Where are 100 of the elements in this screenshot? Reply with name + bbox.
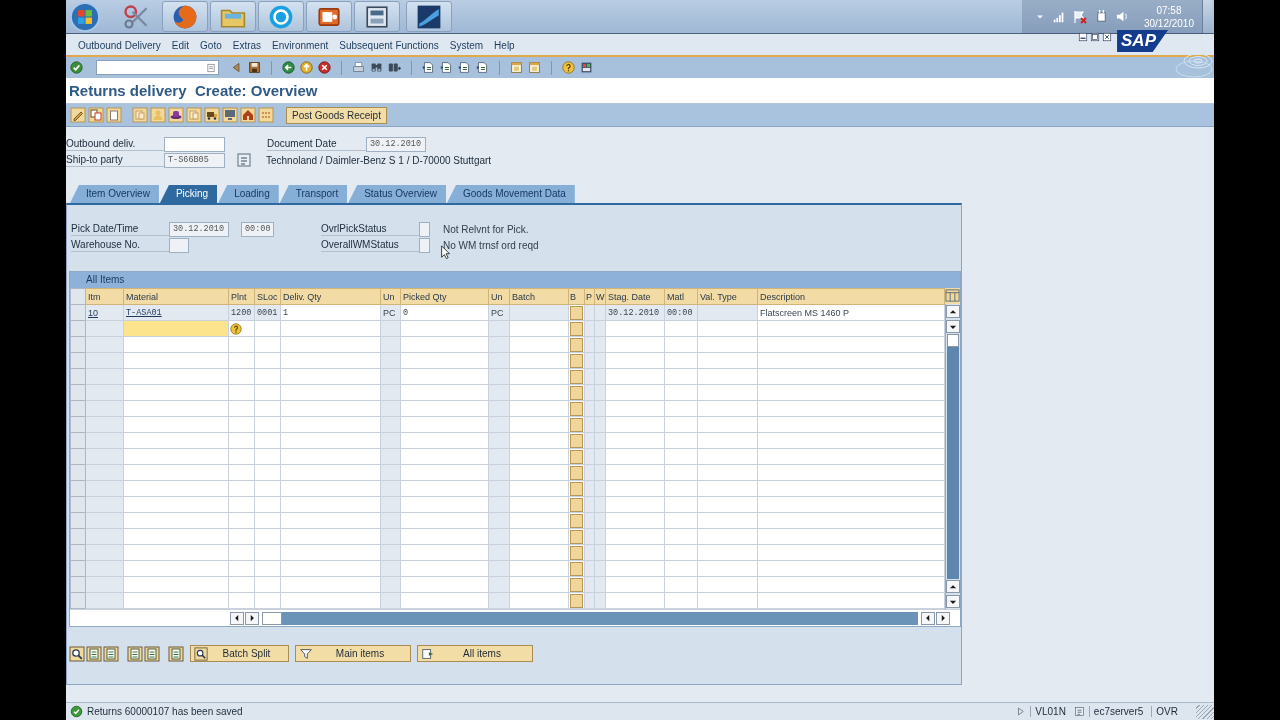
binoculars-icon[interactable] [370, 61, 383, 74]
column-header[interactable]: SLoc [254, 288, 281, 305]
pencil-icon[interactable] [70, 107, 86, 123]
shortcut-icon[interactable] [528, 61, 541, 74]
column-header[interactable]: Material [123, 288, 229, 305]
close-icon[interactable] [1102, 32, 1112, 42]
command-field[interactable] [96, 60, 219, 75]
scroll-thumb[interactable] [947, 334, 959, 347]
table-link[interactable]: 10 [88, 307, 98, 318]
menu-item[interactable]: Outbound Delivery [78, 40, 161, 51]
menu-item[interactable]: Help [494, 40, 515, 51]
indicator-cell [570, 337, 583, 352]
indicator-cell [570, 401, 583, 416]
details-icon[interactable] [236, 152, 252, 168]
help-icon[interactable] [562, 61, 575, 74]
table-link[interactable]: T-ASA01 [126, 308, 162, 318]
documents-icon[interactable] [132, 107, 148, 123]
flag-icon[interactable] [1071, 8, 1088, 25]
session-icon[interactable] [1073, 706, 1085, 717]
show-desktop-button[interactable] [1202, 0, 1212, 33]
cancel-icon[interactable] [318, 61, 331, 74]
status-field [419, 221, 430, 237]
column-header[interactable]: Val. Type [697, 288, 758, 305]
column-header[interactable]: Matl [664, 288, 698, 305]
menu-item[interactable]: Subsequent Functions [339, 40, 439, 51]
list-icon[interactable] [103, 645, 119, 662]
scroll-left-button[interactable] [921, 611, 935, 625]
scroll-down-button[interactable] [946, 595, 960, 608]
hat-icon[interactable] [168, 107, 184, 123]
column-header[interactable]: Picked Qty [400, 288, 489, 305]
save-icon[interactable] [248, 61, 261, 74]
tab[interactable]: Transport [279, 185, 348, 203]
tab[interactable]: Loading [218, 185, 279, 203]
menu-item[interactable]: Environment [272, 40, 329, 51]
truck-icon[interactable] [204, 107, 220, 123]
scissors-icon[interactable] [122, 2, 150, 31]
column-header[interactable]: Stag. Date [605, 288, 665, 305]
tab[interactable]: Item Overview [70, 185, 159, 203]
previous-page-icon[interactable] [440, 61, 453, 74]
expand-icon[interactable] [1015, 706, 1027, 717]
enter-icon[interactable] [70, 61, 83, 74]
exit-icon[interactable] [300, 61, 313, 74]
history-icon[interactable] [206, 62, 216, 73]
list-icon[interactable] [86, 645, 102, 662]
taskbar-button[interactable] [306, 1, 352, 32]
taskbar-button[interactable] [406, 1, 452, 32]
scroll-up-button[interactable] [946, 305, 960, 318]
binoculars-plus-icon[interactable] [388, 61, 401, 74]
start-orb-icon[interactable] [70, 1, 100, 32]
dots-icon[interactable] [258, 107, 274, 123]
column-header[interactable]: W [594, 288, 606, 305]
back-icon[interactable] [282, 61, 295, 74]
zoom-icon[interactable] [69, 645, 85, 662]
column-header[interactable]: Un [488, 288, 510, 305]
status-field [419, 237, 430, 253]
tab[interactable]: Goods Movement Data [447, 185, 575, 203]
minimize-icon[interactable] [1078, 32, 1088, 42]
column-header[interactable]: Itm [85, 288, 124, 305]
menu-item[interactable]: Goto [200, 40, 222, 51]
column-header[interactable]: Deliv. Qty [280, 288, 381, 305]
taskbar-button[interactable] [354, 1, 400, 32]
scroll-right-button[interactable] [245, 611, 259, 625]
next-page-icon[interactable] [458, 61, 471, 74]
all-items-button[interactable]: All items [417, 645, 533, 662]
value-help-icon[interactable] [230, 322, 242, 335]
post-goods-receipt-button[interactable]: Post Goods Receipt [286, 106, 387, 124]
scroll-right-button[interactable] [936, 611, 950, 625]
taskbar-button[interactable] [162, 1, 208, 32]
monitor-icon[interactable] [222, 107, 238, 123]
chat-bubble-icon [268, 3, 294, 30]
restore-icon[interactable] [1090, 32, 1100, 42]
tab[interactable]: Picking [159, 185, 218, 203]
indicator-cell [570, 353, 583, 368]
tab[interactable]: Status Overview [348, 185, 446, 203]
left-triangle-icon[interactable] [230, 61, 243, 74]
print-icon[interactable] [352, 61, 365, 74]
scroll-left-button[interactable] [230, 611, 244, 625]
layout-icon[interactable] [580, 61, 593, 74]
menu-item[interactable]: System [449, 40, 484, 51]
copy-icon[interactable] [88, 107, 104, 123]
scroll-up-button[interactable] [946, 580, 960, 593]
menu-item[interactable]: Extras [232, 40, 262, 51]
house-icon[interactable] [240, 107, 256, 123]
first-page-icon[interactable] [422, 61, 435, 74]
last-page-icon[interactable] [476, 61, 489, 74]
column-header[interactable]: Plnt [228, 288, 255, 305]
column-header[interactable]: P [584, 288, 595, 305]
scroll-thumb[interactable] [262, 611, 282, 625]
indicator-cell [570, 513, 583, 528]
scroll-down-button[interactable] [946, 320, 960, 333]
new-window-icon[interactable] [510, 61, 523, 74]
main-items-button[interactable]: Main items [295, 645, 411, 662]
column-header[interactable]: Description [757, 288, 945, 305]
batch-split-button[interactable]: Batch Split [190, 645, 289, 662]
resize-grip[interactable] [1196, 704, 1214, 719]
list-icon[interactable] [127, 645, 143, 662]
menu-item[interactable]: Edit [171, 40, 190, 51]
column-header[interactable]: Batch [509, 288, 569, 305]
column-header[interactable]: Un [380, 288, 401, 305]
input-field[interactable] [164, 136, 225, 152]
